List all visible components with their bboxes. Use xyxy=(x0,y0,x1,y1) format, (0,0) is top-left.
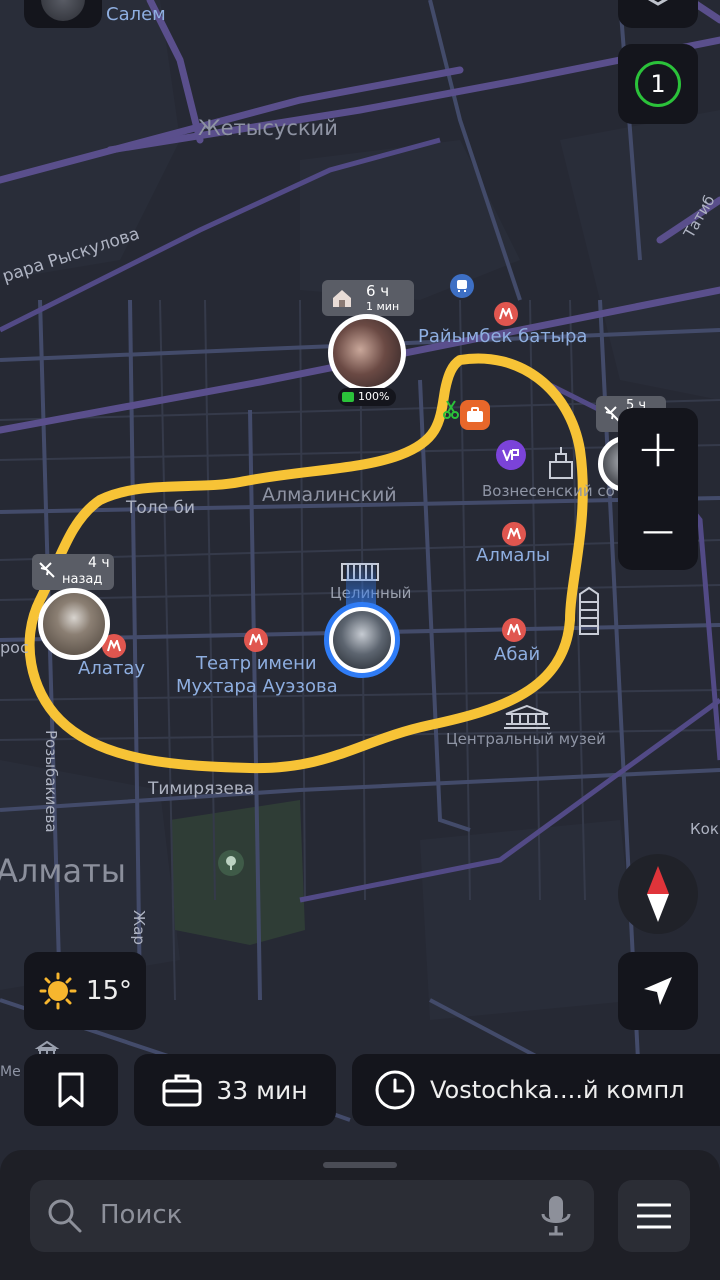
bus-stop-icon[interactable] xyxy=(450,274,474,298)
microphone-icon[interactable] xyxy=(540,1194,572,1238)
recent-place-name: Vostochka....й компл xyxy=(430,1076,685,1104)
label-raiymbek-metro: Райымбек батыра xyxy=(418,326,588,347)
shop-icon[interactable] xyxy=(496,440,526,470)
friend-status-tag[interactable]: 4 ч назад xyxy=(32,554,114,590)
park-icon[interactable] xyxy=(218,850,244,876)
label-almaty-city: Алматы xyxy=(0,852,126,890)
label-teatr-line2: Мухтара Ауэзова xyxy=(176,676,338,697)
work-place-icon[interactable] xyxy=(460,400,490,430)
bookmark-icon xyxy=(58,1072,84,1108)
metro-icon[interactable] xyxy=(502,618,526,642)
label-kok: Кок xyxy=(690,820,719,838)
hamburger-menu-icon xyxy=(637,1203,671,1229)
label-zhetysu-district: Жетысуский xyxy=(198,116,338,140)
label-timiryazeva-street: Тимирязева xyxy=(148,779,255,799)
layers-icon xyxy=(647,0,669,6)
zoom-in-button[interactable]: + xyxy=(618,408,698,489)
friend-last-seen-sub: назад xyxy=(62,572,103,587)
label-alatau-metro: Алатау xyxy=(78,658,146,679)
label-ros: рос xyxy=(0,638,29,657)
friend-avatar[interactable] xyxy=(38,588,110,660)
notifications-button[interactable]: 1 xyxy=(618,44,698,124)
sheet-grabber[interactable] xyxy=(323,1162,397,1168)
friend-avatar[interactable] xyxy=(328,314,406,392)
metro-icon[interactable] xyxy=(502,522,526,546)
search-bar[interactable]: Поиск xyxy=(30,1180,594,1252)
work-eta: 33 мин xyxy=(216,1075,308,1105)
friend-last-seen-sub: 1 мин xyxy=(366,300,400,313)
friend-last-seen: 4 ч xyxy=(88,555,110,571)
weather-widget[interactable]: 15° xyxy=(24,952,146,1030)
scissors-icon xyxy=(442,398,460,420)
clock-icon xyxy=(375,1070,415,1110)
label-abai-metro: Абай xyxy=(494,644,541,665)
metro-icon[interactable] xyxy=(494,302,518,326)
label-tole-bi-street: Толе би xyxy=(126,498,196,518)
label-salem: Салем xyxy=(106,4,166,25)
museum-icon xyxy=(502,704,552,730)
no-location-icon xyxy=(39,562,55,578)
zoom-out-button[interactable]: — xyxy=(618,489,698,570)
label-almaly-metro: Алмалы xyxy=(476,545,551,566)
label-mede: Ме xyxy=(0,1064,21,1080)
cathedral-icon xyxy=(546,444,576,480)
label-central-museum: Центральный музей xyxy=(446,730,606,748)
label-almalinsky-district: Алмалинский xyxy=(262,484,397,506)
search-input[interactable]: Поиск xyxy=(100,1200,182,1230)
label-rozybakieva-street: Розыбакиева xyxy=(42,730,60,833)
search-icon xyxy=(48,1199,82,1233)
zoom-control: + — xyxy=(618,408,698,570)
my-location-avatar[interactable] xyxy=(324,602,400,678)
compass-button[interactable] xyxy=(618,854,698,934)
label-teatr-line1: Театр имени xyxy=(196,653,317,674)
layers-button[interactable] xyxy=(618,0,698,28)
friend-last-seen: 6 ч xyxy=(366,282,390,300)
navigation-arrow-icon xyxy=(644,977,672,1005)
battery-badge: 100% xyxy=(338,388,396,406)
menu-button[interactable] xyxy=(618,1180,690,1252)
home-icon xyxy=(333,290,351,307)
notification-count: 1 xyxy=(635,61,681,107)
battery-icon xyxy=(342,392,354,402)
work-shortcut[interactable]: 33 мин xyxy=(134,1054,336,1126)
label-zharokova-street: Жар xyxy=(130,910,148,945)
sun-icon xyxy=(39,972,77,1010)
profile-button[interactable] xyxy=(24,0,102,28)
bookmarks-button[interactable] xyxy=(24,1054,118,1126)
friend-status-tag[interactable]: 6 ч 1 мин xyxy=(322,280,414,316)
locate-me-button[interactable] xyxy=(618,952,698,1030)
tower-icon xyxy=(574,586,604,636)
metro-icon[interactable] xyxy=(244,628,268,652)
profile-avatar xyxy=(41,0,85,21)
battery-level: 100% xyxy=(358,390,390,403)
bottom-sheet: Поиск xyxy=(0,1150,720,1280)
briefcase-icon xyxy=(162,1074,202,1107)
compass-icon xyxy=(647,866,669,922)
recent-place-shortcut[interactable]: Vostochka....й компл xyxy=(352,1054,720,1126)
temperature: 15° xyxy=(85,976,133,1006)
label-voznesensky: Вознесенский со xyxy=(482,482,615,500)
